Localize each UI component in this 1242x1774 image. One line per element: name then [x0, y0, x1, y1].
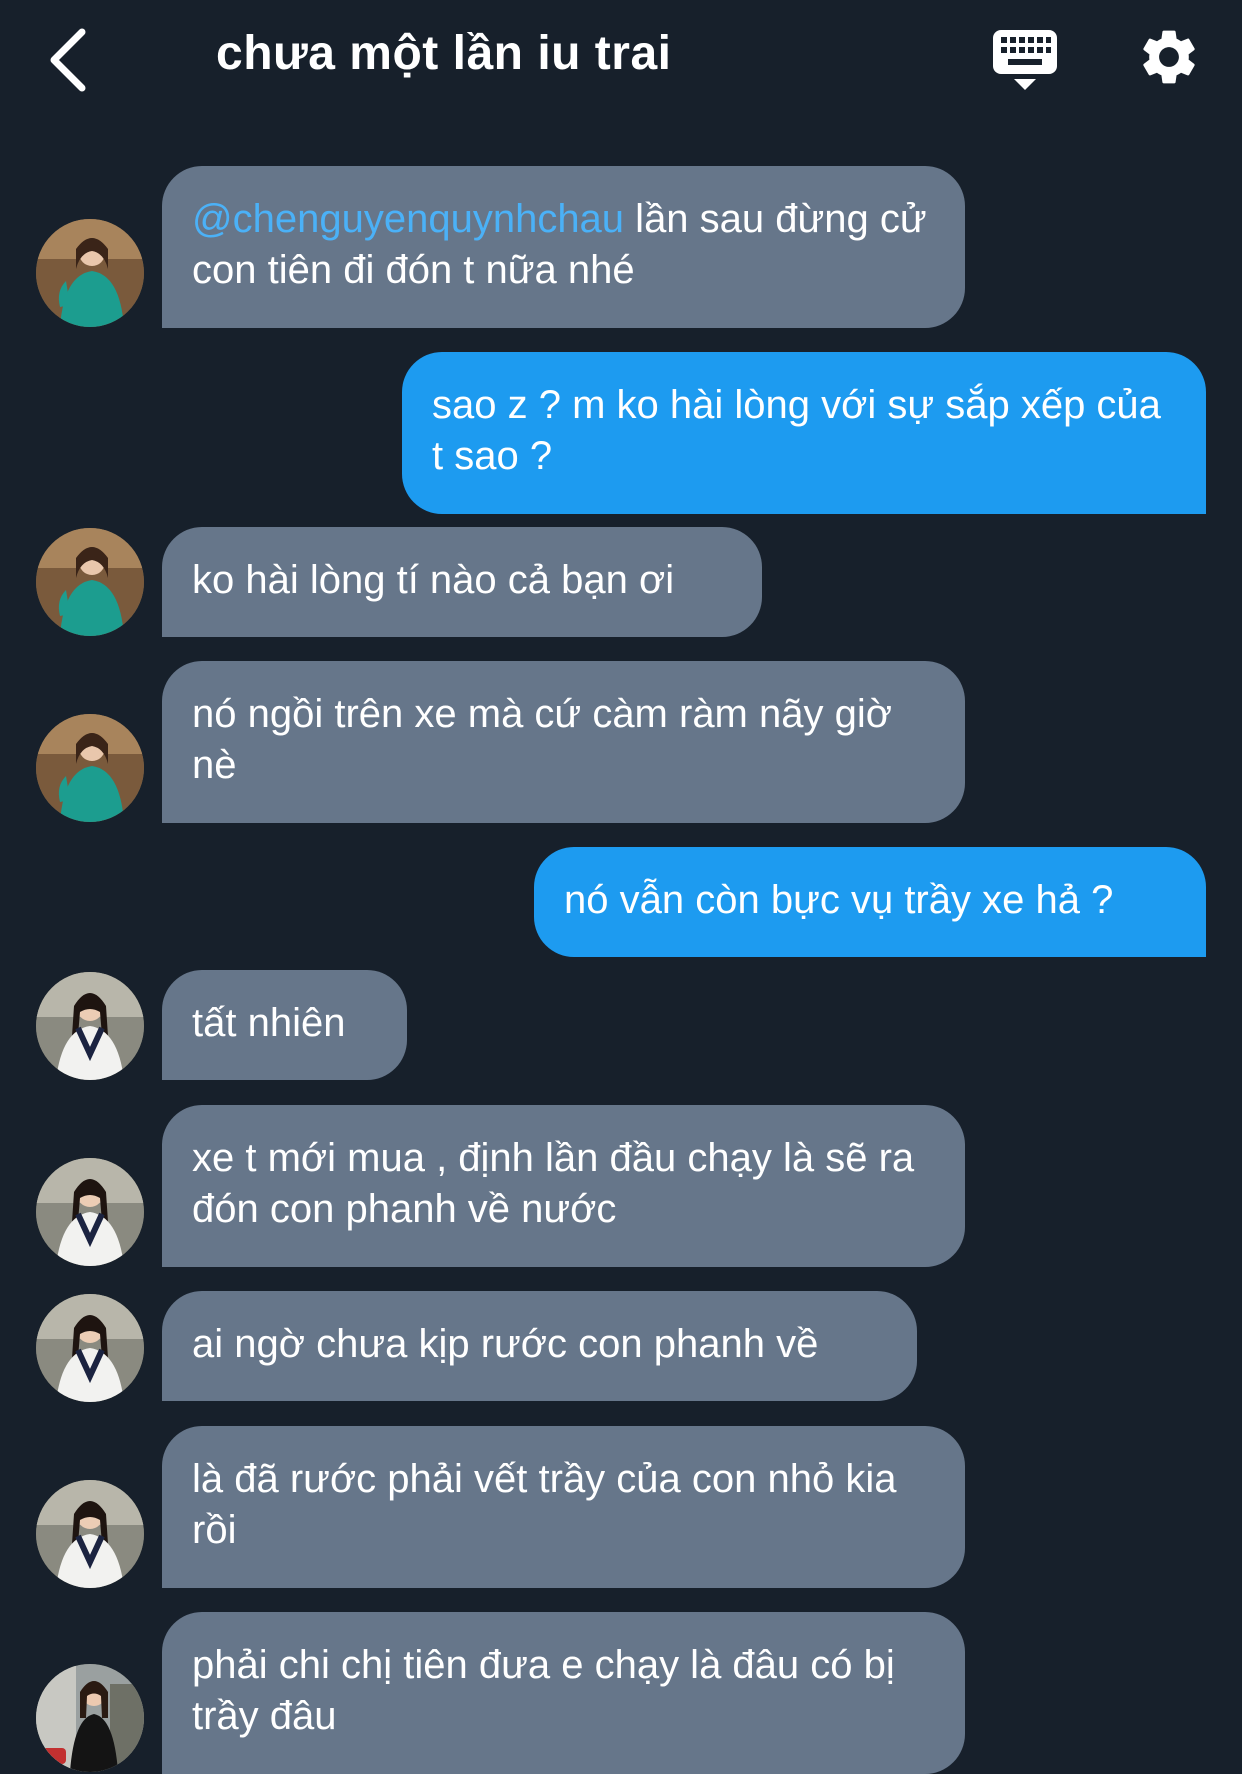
message-bubble[interactable]: sao z ? m ko hài lòng với sự sắp xếp của…	[402, 352, 1206, 514]
message-text: tất nhiên	[192, 1001, 346, 1045]
message-bubble[interactable]: tất nhiên	[162, 970, 407, 1080]
message-bubble[interactable]: xe t mới mua , định lần đầu chạy là sẽ r…	[162, 1105, 965, 1267]
avatar[interactable]	[36, 1480, 144, 1588]
avatar-school-vest	[36, 972, 144, 1080]
avatar[interactable]	[36, 528, 144, 636]
message-bubble[interactable]: phải chi chị tiên đưa e chạy là đâu có b…	[162, 1612, 965, 1774]
message-list[interactable]: @chenguyenquynhchau lần sau đừng cử con …	[0, 0, 1242, 1774]
message-bubble[interactable]: @chenguyenquynhchau lần sau đừng cử con …	[162, 166, 965, 328]
avatar-teal-dress	[36, 714, 144, 822]
message-text: sao z ? m ko hài lòng với sự sắp xếp của…	[432, 383, 1161, 478]
message-text: nó vẫn còn bực vụ trầy xe hả ?	[564, 878, 1114, 922]
avatar-school-vest	[36, 1158, 144, 1266]
message-text: xe t mới mua , định lần đầu chạy là sẽ r…	[192, 1136, 915, 1231]
avatar-teal-dress	[36, 528, 144, 636]
message-bubble[interactable]: nó vẫn còn bực vụ trầy xe hả ?	[534, 847, 1206, 957]
message-text: là đã rước phải vết trầy của con nhỏ kia…	[192, 1457, 897, 1552]
message-bubble[interactable]: ko hài lòng tí nào cả bạn ơi	[162, 527, 762, 637]
avatar-school-vest	[36, 1480, 144, 1588]
mention-link[interactable]: @chenguyenquynhchau	[192, 197, 624, 241]
message-text: phải chi chị tiên đưa e chạy là đâu có b…	[192, 1643, 895, 1738]
message-bubble[interactable]: nó ngồi trên xe mà cứ càm ràm nãy giờ nè	[162, 661, 965, 823]
message-bubble[interactable]: là đã rước phải vết trầy của con nhỏ kia…	[162, 1426, 965, 1588]
message-text: nó ngồi trên xe mà cứ càm ràm nãy giờ nè	[192, 692, 892, 787]
message-bubble[interactable]: ai ngờ chưa kịp rước con phanh về	[162, 1291, 917, 1401]
avatar-school-vest	[36, 1294, 144, 1402]
avatar[interactable]	[36, 972, 144, 1080]
message-text: ai ngờ chưa kịp rước con phanh về	[192, 1322, 819, 1366]
avatar[interactable]	[36, 1158, 144, 1266]
avatar-street	[36, 1664, 144, 1772]
avatar[interactable]	[36, 1294, 144, 1402]
avatar[interactable]	[36, 219, 144, 327]
avatar[interactable]	[36, 1664, 144, 1772]
message-text: ko hài lòng tí nào cả bạn ơi	[192, 558, 675, 602]
avatar[interactable]	[36, 714, 144, 822]
avatar-teal-dress	[36, 219, 144, 327]
